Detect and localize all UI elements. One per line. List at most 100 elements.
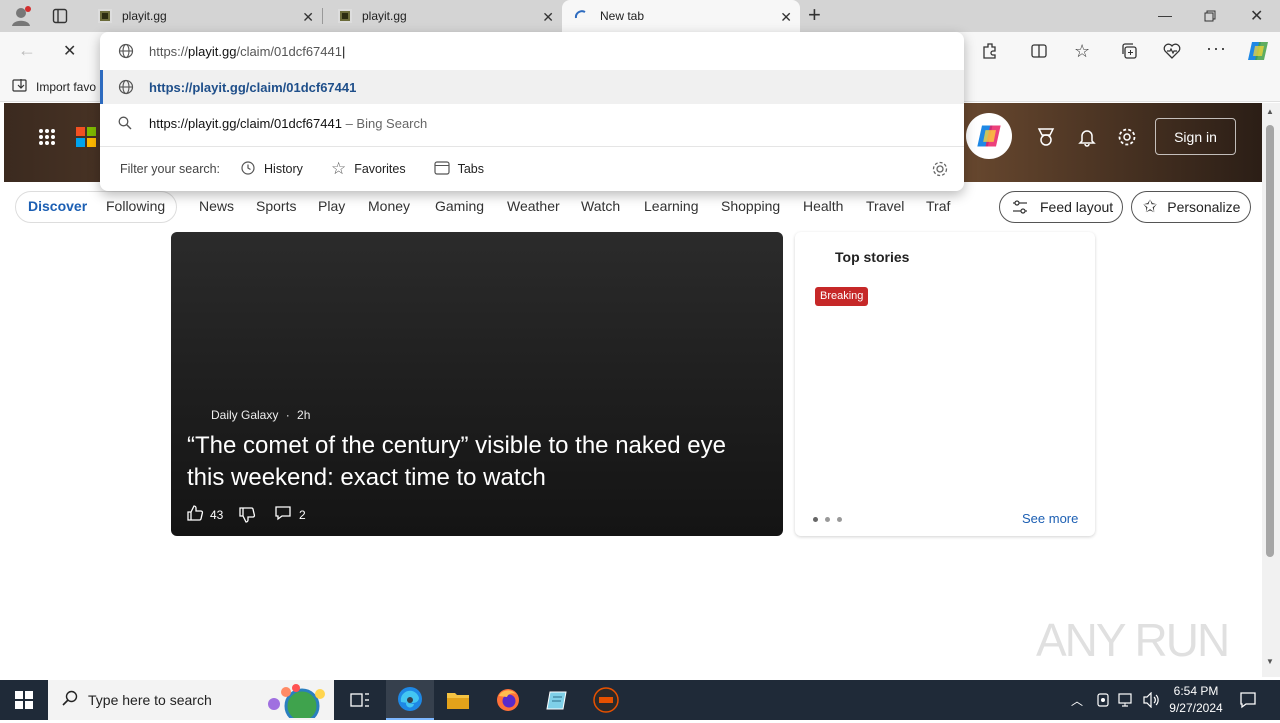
back-button[interactable]: ←	[18, 40, 36, 61]
close-tab-icon[interactable]: ✕	[780, 9, 792, 26]
feed-layout-button[interactable]: Feed layout	[999, 191, 1123, 223]
show-hidden-icons-button[interactable]: ︿	[1071, 692, 1083, 709]
filter-favorites[interactable]: ☆ Favorites	[331, 159, 406, 179]
network-icon[interactable]	[1118, 692, 1136, 708]
nav-play[interactable]: Play	[318, 198, 345, 214]
personalize-star-icon: ✩	[1143, 197, 1158, 216]
start-button[interactable]	[0, 680, 48, 720]
stop-loading-button[interactable]: ✕	[63, 41, 76, 61]
breaking-badge: Breaking	[815, 287, 869, 306]
settings-gear-icon[interactable]	[1117, 127, 1137, 147]
scrollbar-thumb[interactable]	[1266, 125, 1274, 557]
like-button[interactable]: 43	[186, 504, 223, 525]
notifications-icon[interactable]	[1077, 127, 1097, 147]
nav-learning[interactable]: Learning	[644, 198, 699, 214]
tab-playit-2[interactable]: playit.gg ✕	[324, 0, 562, 32]
address-input-text[interactable]: https://playit.gg/claim/01dcf67441|	[149, 44, 345, 59]
apps-launcher-icon[interactable]	[38, 128, 56, 146]
nav-travel[interactable]: Travel	[866, 198, 904, 214]
import-favorites-item[interactable]: Import favo	[12, 78, 96, 95]
article-meta: Daily Galaxy · 2h	[211, 408, 311, 422]
carousel-dots[interactable]	[813, 517, 842, 522]
filter-favorites-label: Favorites	[354, 162, 406, 176]
favorites-icon[interactable]: ☆	[1074, 41, 1090, 62]
close-tab-icon[interactable]: ✕	[302, 9, 314, 26]
carousel-dot[interactable]	[813, 517, 818, 522]
playit-favicon-icon	[98, 9, 112, 23]
more-options-icon[interactable]: ···	[1206, 38, 1227, 59]
copilot-icon[interactable]	[1246, 40, 1270, 62]
notifications-center-icon[interactable]	[1239, 691, 1257, 709]
nav-shopping[interactable]: Shopping	[721, 198, 780, 214]
anyrun-watermark: ANY RUN	[1036, 608, 1236, 672]
close-window-button[interactable]: ✕	[1250, 6, 1263, 26]
copilot-button[interactable]	[966, 113, 1012, 159]
nav-sports[interactable]: Sports	[256, 198, 296, 214]
like-count: 43	[210, 507, 224, 522]
suggestion-url[interactable]: https://playit.gg/claim/01dcf67441	[100, 70, 964, 104]
top-stories-panel: Top stories Breaking See more	[795, 232, 1095, 536]
nav-traffic[interactable]: Traf	[926, 198, 952, 214]
address-bar[interactable]: https://playit.gg/claim/01dcf67441|	[100, 32, 964, 70]
filter-history[interactable]: History	[240, 160, 303, 179]
volume-icon[interactable]	[1143, 691, 1161, 709]
page-scrollbar[interactable]: ▲ ▼	[1262, 103, 1280, 677]
rewards-icon[interactable]	[1036, 127, 1056, 147]
close-tab-icon[interactable]: ✕	[542, 9, 554, 26]
extensions-icon[interactable]	[982, 42, 1000, 60]
nav-following[interactable]: Following	[106, 198, 165, 214]
search-placeholder: Type here to search	[88, 692, 212, 708]
carousel-dot[interactable]	[837, 517, 842, 522]
tab-new-tab[interactable]: New tab ✕	[562, 0, 800, 32]
taskbar-playit-app[interactable]	[582, 680, 630, 720]
tab-strip: playit.gg ✕ playit.gg ✕ New tab ✕ + — ✕	[0, 0, 1280, 32]
personalize-button[interactable]: ✩ Personalize	[1131, 191, 1251, 223]
taskbar-edge-app[interactable]	[386, 680, 434, 720]
comments-button[interactable]: 2	[274, 505, 306, 524]
article-headline[interactable]: “The comet of the century” visible to th…	[187, 430, 767, 494]
nav-money[interactable]: Money	[368, 198, 410, 214]
restore-button[interactable]	[1204, 9, 1216, 22]
taskbar-app-notepad[interactable]	[533, 680, 581, 720]
taskbar-firefox[interactable]	[484, 680, 532, 720]
playit-app-icon	[593, 687, 619, 713]
scroll-up-arrow-icon[interactable]: ▲	[1266, 107, 1274, 116]
browser-essentials-icon[interactable]	[1163, 42, 1181, 60]
folder-icon	[447, 693, 469, 709]
minimize-button[interactable]: —	[1158, 7, 1172, 23]
filter-tabs-label: Tabs	[457, 162, 484, 176]
filter-history-label: History	[264, 162, 303, 176]
clock[interactable]: 6:54 PM 9/27/2024	[1164, 683, 1228, 717]
import-favorites-label: Import favo	[36, 79, 97, 94]
split-screen-icon[interactable]	[1030, 42, 1048, 60]
nav-gaming[interactable]: Gaming	[435, 198, 484, 214]
nav-news[interactable]: News	[199, 198, 234, 214]
taskbar-search-box[interactable]: Type here to search	[48, 680, 334, 723]
task-view-button[interactable]	[336, 680, 384, 720]
sign-in-label: Sign in	[1174, 128, 1217, 145]
new-tab-button[interactable]: +	[808, 4, 821, 26]
windows-taskbar: Type here to search ︿ 6:54 PM 9/27/2024	[0, 680, 1280, 723]
profile-icon[interactable]	[10, 5, 32, 27]
carousel-dot[interactable]	[825, 517, 830, 522]
featured-article-card[interactable]: Daily Galaxy · 2h “The comet of the cent…	[171, 232, 783, 536]
dislike-button[interactable]	[238, 506, 256, 529]
copilot-icon	[977, 125, 1001, 147]
nav-weather[interactable]: Weather	[507, 198, 560, 214]
suggestion-bing-search[interactable]: https://playit.gg/claim/01dcf67441 – Bin…	[100, 106, 964, 140]
nav-health[interactable]: Health	[803, 198, 843, 214]
taskbar-file-explorer[interactable]	[434, 680, 482, 720]
sign-in-button[interactable]: Sign in	[1155, 118, 1236, 155]
tab-playit-1[interactable]: playit.gg ✕	[84, 0, 322, 32]
tab-actions-icon[interactable]	[52, 8, 68, 24]
tray-app-icon[interactable]	[1095, 692, 1111, 708]
text-cursor: |	[341, 44, 346, 59]
scroll-down-arrow-icon[interactable]: ▼	[1266, 657, 1274, 666]
filter-tabs[interactable]: Tabs	[433, 160, 484, 178]
nav-discover[interactable]: Discover	[28, 198, 87, 214]
see-more-link[interactable]: See more	[1022, 511, 1078, 526]
collections-icon[interactable]	[1120, 42, 1138, 60]
nav-watch[interactable]: Watch	[581, 198, 620, 214]
task-view-icon	[350, 693, 369, 707]
search-settings-icon[interactable]	[931, 160, 949, 178]
